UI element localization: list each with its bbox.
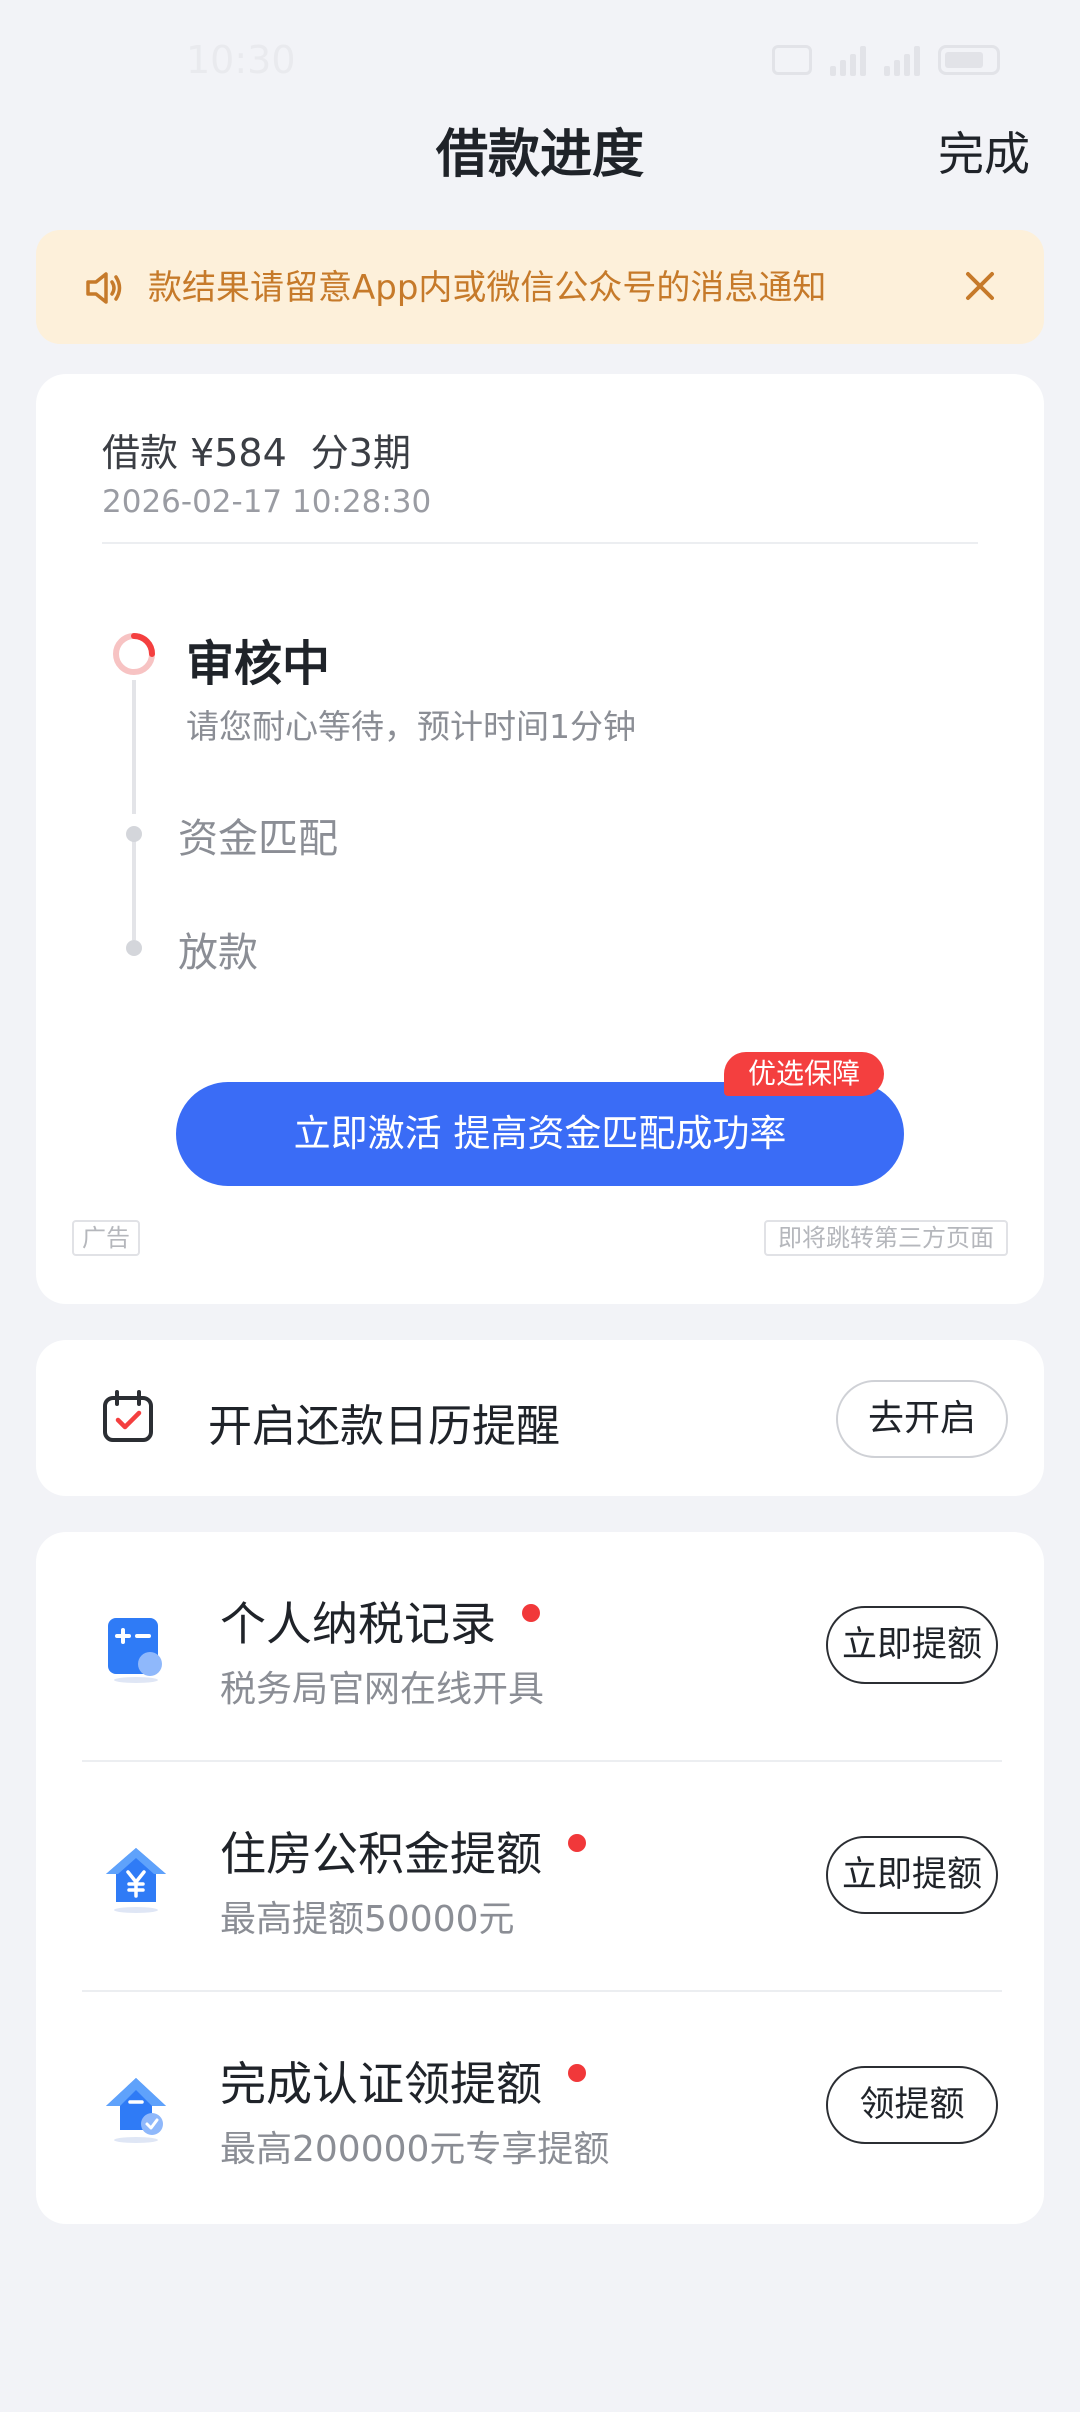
list-item-title-text: 个人纳税记录 (220, 1597, 496, 1651)
timeline-line (132, 680, 136, 814)
calculator-icon (108, 1618, 162, 1683)
loan-progress-card: 借款 ¥584 分3期 2026-02-17 10:28:30 审核中 请您耐心等… (36, 374, 1044, 1304)
status-icons (772, 44, 1000, 76)
house-yuan-icon (106, 1848, 166, 1913)
list-item-title: 个人纳税记录 (220, 1588, 540, 1654)
loan-amount: 借款 ¥584 (102, 431, 287, 475)
hd-icon (772, 45, 812, 75)
boost-button[interactable]: 立即提额 (826, 1836, 998, 1914)
calendar-reminder-card: 开启还款日历提醒 去开启 (36, 1340, 1044, 1496)
close-icon[interactable] (958, 264, 1002, 308)
battery-icon (938, 45, 1000, 75)
loan-summary: 借款 ¥584 分3期 (102, 422, 411, 477)
calendar-check-icon (103, 1390, 153, 1442)
status-time: 10:30 (186, 38, 296, 82)
signal-icon-2 (884, 44, 920, 76)
list-item-subtitle: 最高提额50000元 (220, 1899, 515, 1940)
cta-badge: 优选保障 (724, 1052, 885, 1096)
timeline-current-title: 审核中 (186, 636, 331, 692)
claim-boost-button[interactable]: 领提额 (826, 2066, 998, 2144)
notice-text: 款结果请留意App内或微信公众号的消息通知 (148, 268, 827, 308)
notice-bar: 款结果请留意App内或微信公众号的消息通知 (36, 230, 1044, 344)
list-item-subtitle: 最高200000元专享提额 (220, 2129, 610, 2170)
speaker-icon (86, 272, 122, 304)
red-dot-badge (568, 1834, 586, 1852)
list-item-title: 完成认证领提额 (220, 2048, 586, 2114)
signal-icon (830, 44, 866, 76)
list-item-title: 住房公积金提额 (220, 1818, 586, 1884)
timeline-dot (126, 940, 142, 956)
timeline-step-disburse: 放款 (178, 930, 258, 976)
done-button[interactable]: 完成 (938, 118, 1030, 184)
red-dot-badge (522, 1604, 540, 1622)
status-bar: 10:30 (0, 0, 1080, 120)
activate-button[interactable]: 立即激活 提高资金匹配成功率 (176, 1082, 904, 1186)
timeline-current-desc: 请您耐心等待，预计时间1分钟 (186, 707, 636, 746)
credit-boost-list: 个人纳税记录 税务局官网在线开具 立即提额 住房公积金提额 最高提额50000元… (36, 1532, 1044, 2224)
red-dot-badge (568, 2064, 586, 2082)
loan-datetime: 2026-02-17 10:28:30 (102, 484, 432, 520)
list-item-certification[interactable]: 完成认证领提额 最高200000元专享提额 领提额 (36, 1992, 1044, 2222)
timeline-line (132, 836, 136, 940)
list-item-housing-fund[interactable]: 住房公积金提额 最高提额50000元 立即提额 (36, 1762, 1044, 1992)
enable-calendar-button[interactable]: 去开启 (836, 1380, 1008, 1458)
boost-button[interactable]: 立即提额 (826, 1606, 998, 1684)
page-title: 借款进度 (435, 125, 644, 185)
list-item-title-text: 住房公积金提额 (220, 1827, 542, 1881)
loading-ring-icon (113, 633, 155, 675)
loan-terms: 分3期 (310, 431, 411, 475)
upgrade-arrow-icon (106, 2078, 166, 2143)
third-party-tag: 即将跳转第三方页面 (764, 1220, 1008, 1256)
list-item-subtitle: 税务局官网在线开具 (220, 1669, 545, 1710)
timeline-step-match: 资金匹配 (178, 816, 338, 862)
ad-tag: 广告 (72, 1220, 140, 1256)
list-item-tax[interactable]: 个人纳税记录 税务局官网在线开具 立即提额 (36, 1532, 1044, 1762)
divider (102, 542, 978, 544)
timeline-dot (126, 826, 142, 842)
list-item-title-text: 完成认证领提额 (220, 2057, 542, 2111)
calendar-reminder-text: 开启还款日历提醒 (208, 1401, 560, 1452)
